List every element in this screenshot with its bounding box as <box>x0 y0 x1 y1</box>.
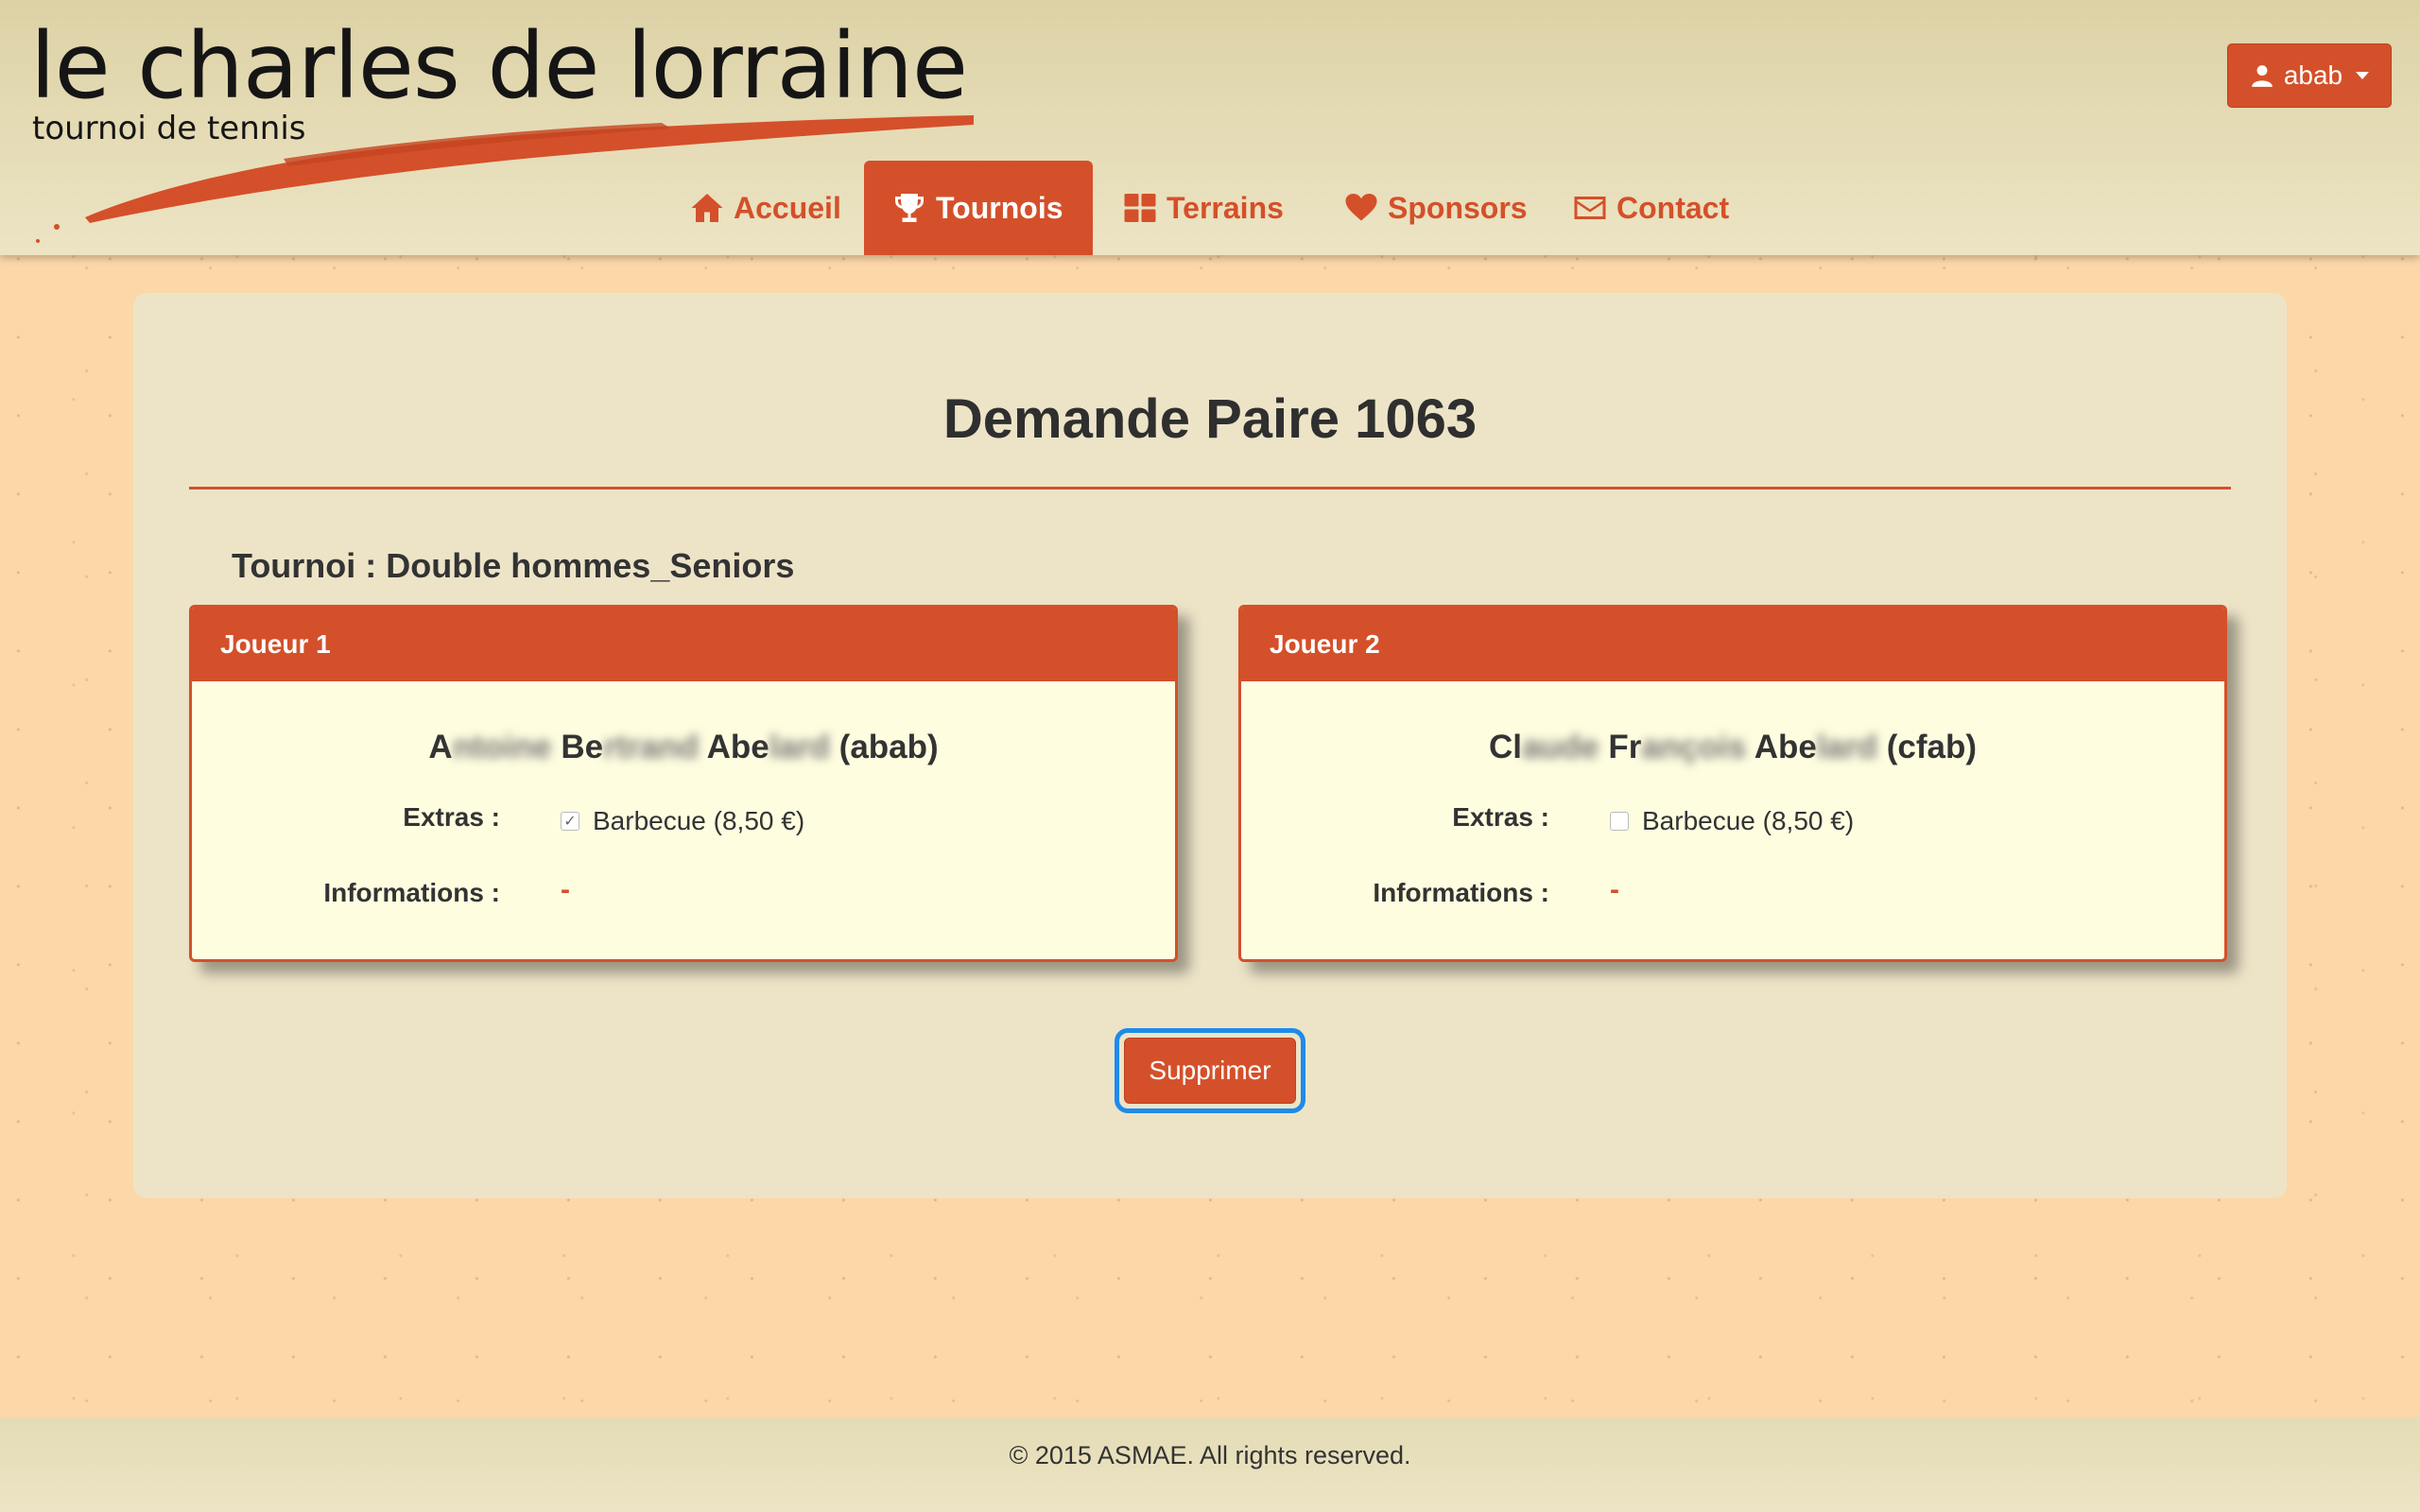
nav-label: Sponsors <box>1388 190 1528 225</box>
informations-label: Informations : <box>1373 878 1549 907</box>
player-card-2: Joueur 2 Claude François Abelard (cfab) … <box>1238 605 2227 962</box>
site-header: le charles de lorraine tournoi de tennis… <box>0 0 2420 255</box>
barbecue-checkbox[interactable] <box>1610 812 1629 831</box>
title-divider <box>189 487 2231 490</box>
extras-label: Extras : <box>1452 802 1549 832</box>
tournoi-label: Tournoi : Double hommes_Seniors <box>232 546 795 585</box>
logo-title: le charles de lorraine <box>30 13 968 119</box>
card-header: Joueur 2 <box>1241 608 2224 681</box>
home-icon <box>691 194 723 222</box>
delete-button[interactable]: Supprimer <box>1124 1038 1296 1104</box>
site-footer: © 2015 ASMAE. All rights reserved. <box>0 1418 2420 1512</box>
redacted-text: lard <box>769 729 830 765</box>
nav-item-accueil[interactable]: Accueil <box>662 161 870 255</box>
card-header: Joueur 1 <box>192 608 1175 681</box>
nav-label: Accueil <box>734 190 841 225</box>
informations-value: - <box>1610 874 1619 905</box>
nav-item-tournois[interactable]: Tournois <box>864 161 1093 255</box>
heart-icon <box>1345 194 1377 221</box>
nav-label: Contact <box>1616 190 1730 225</box>
extras-option: ✓ Barbecue (8,50 €) <box>561 806 804 836</box>
copyright-text: © 2015 ASMAE. All rights reserved. <box>1009 1441 1411 1469</box>
redacted-text: ntoine <box>452 729 552 765</box>
nav-label: Terrains <box>1167 190 1284 225</box>
extras-label: Extras : <box>403 802 500 832</box>
redacted-text: lard <box>1816 729 1878 765</box>
page-title: Demande Paire 1063 <box>942 388 1478 450</box>
envelope-icon <box>1574 197 1606 219</box>
logo-subtitle: tournoi de tennis <box>32 110 306 147</box>
caret-down-icon <box>2356 72 2370 79</box>
redacted-text: aude <box>1521 729 1599 765</box>
player-name: Antoine Bertrand Abelard (abab) <box>428 729 939 765</box>
user-icon <box>2252 65 2273 87</box>
informations-value: - <box>561 874 570 905</box>
grid-icon <box>1124 194 1156 222</box>
nav-item-contact[interactable]: Contact <box>1545 161 1757 255</box>
player-name: Claude François Abelard (cfab) <box>1488 729 1978 765</box>
redacted-text: rtrand <box>603 729 700 765</box>
delete-button-focus-ring: Supprimer <box>1115 1028 1305 1113</box>
informations-label: Informations : <box>323 878 500 907</box>
extras-option: Barbecue (8,50 €) <box>1610 806 1854 836</box>
user-menu-button[interactable]: abab <box>2227 43 2392 108</box>
extras-item-label: Barbecue (8,50 €) <box>593 806 805 835</box>
redacted-text: ançois <box>1641 729 1747 765</box>
player-card-1: Joueur 1 Antoine Bertrand Abelard (abab)… <box>189 605 1178 962</box>
extras-item-label: Barbecue (8,50 €) <box>1642 806 1855 835</box>
trophy-icon <box>895 194 924 222</box>
main-panel: Demande Paire 1063 Tournoi : Double homm… <box>133 293 2287 1198</box>
user-menu-label: abab <box>2283 60 2343 90</box>
nav-label: Tournois <box>936 190 1063 225</box>
barbecue-checkbox[interactable]: ✓ <box>561 812 579 831</box>
nav-item-sponsors[interactable]: Sponsors <box>1316 161 1556 255</box>
nav-item-terrains[interactable]: Terrains <box>1095 161 1312 255</box>
